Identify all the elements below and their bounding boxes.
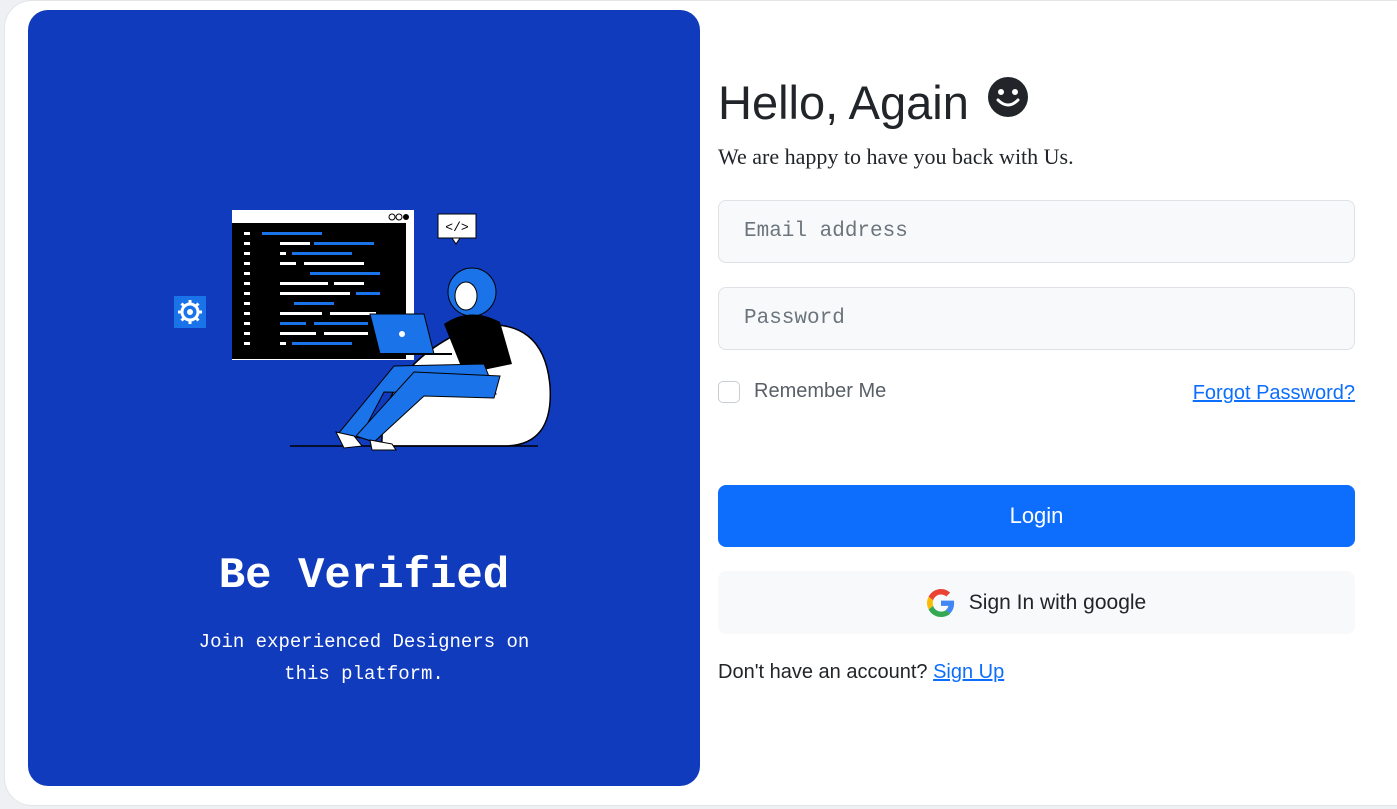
page-title: Hello, Again xyxy=(718,72,1029,132)
remember-me-label: Remember Me xyxy=(754,380,887,402)
promo-subtitle-line1: Join experienced Designers on xyxy=(198,631,530,653)
google-icon xyxy=(926,588,954,617)
code-tag-bubble: </> xyxy=(437,213,477,245)
page-subtitle: We are happy to have you back with Us. xyxy=(718,144,1074,169)
signup-link[interactable]: Sign Up xyxy=(933,661,1004,683)
promo-panel: </> Be Verified Join experienced Designe… xyxy=(28,10,700,786)
email-field[interactable] xyxy=(718,200,1355,263)
google-signin-label: Sign In with google xyxy=(968,590,1147,614)
signup-prompt: Don't have an account? Sign Up xyxy=(718,661,1004,684)
promo-subtitle-line2: this platform. xyxy=(284,663,444,685)
forgot-password-link[interactable]: Forgot Password? xyxy=(1193,382,1355,405)
login-button[interactable]: Login xyxy=(718,485,1355,547)
promo-subtitle: Join experienced Designers on this platf… xyxy=(174,626,554,690)
login-form: Hello, Again We are happy to have you ba… xyxy=(718,0,1355,809)
gear-icon xyxy=(174,296,206,328)
smiley-icon xyxy=(987,77,1028,117)
remember-me[interactable]: Remember Me xyxy=(718,380,886,403)
svg-text:</>: </> xyxy=(445,220,469,235)
developer-illustration: </> xyxy=(174,210,552,451)
password-field[interactable] xyxy=(718,287,1355,350)
google-signin-button[interactable]: Sign In with google xyxy=(718,571,1355,634)
no-account-text: Don't have an account? xyxy=(718,661,934,683)
remember-me-checkbox[interactable] xyxy=(718,380,740,403)
heading-text: Hello, Again xyxy=(718,75,969,129)
promo-title: Be Verified xyxy=(218,551,510,601)
